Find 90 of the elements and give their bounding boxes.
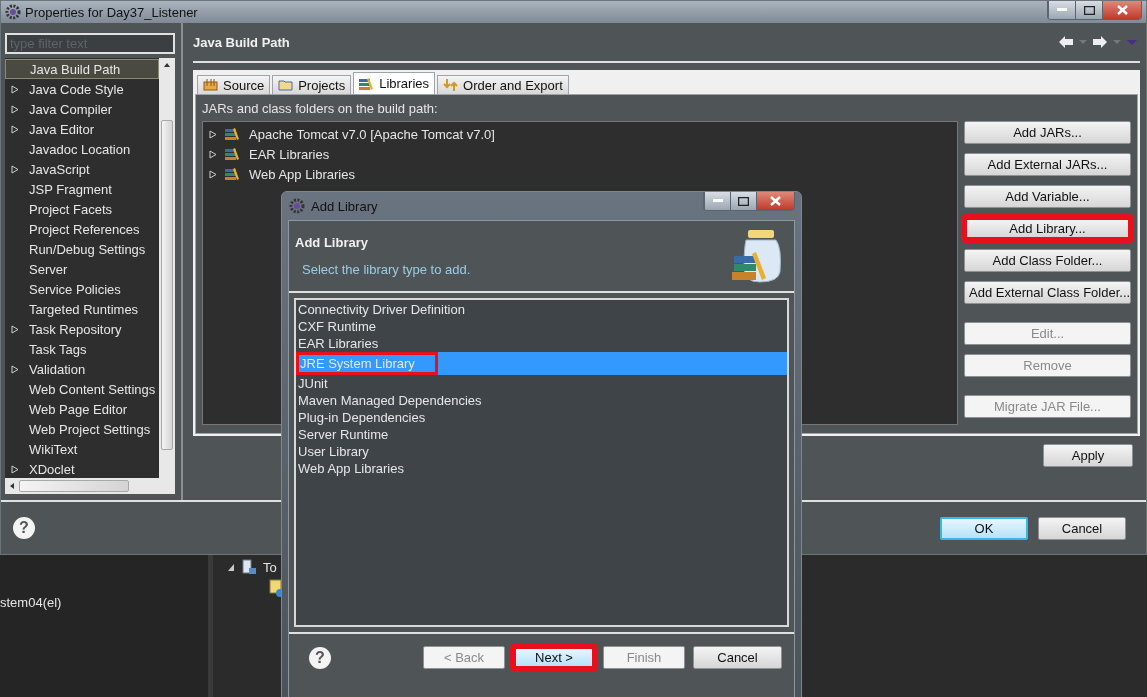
gear-icon — [289, 198, 305, 214]
wizard-button[interactable]: Next > — [513, 646, 595, 669]
action-button[interactable]: Add External JARs... — [964, 153, 1131, 176]
project-label: stem04(el) — [0, 595, 62, 610]
action-button[interactable]: Add Class Folder... — [964, 249, 1131, 272]
library-icon — [359, 76, 376, 91]
library-type-item[interactable]: User Library — [296, 443, 787, 460]
action-button[interactable]: Add External Class Folder... — [964, 281, 1131, 304]
library-type-item[interactable]: Plug-in Dependencies — [296, 409, 787, 426]
tab[interactable]: Libraries — [353, 72, 436, 94]
help-button[interactable]: ? — [13, 517, 35, 539]
build-path-entry[interactable]: EAR Libraries — [209, 144, 951, 164]
settings-tree-item[interactable]: Web Page Editor — [5, 399, 159, 419]
collapsed-arrow-icon[interactable] — [11, 164, 19, 174]
wizard-heading: Add Library — [295, 235, 369, 250]
close-icon — [770, 196, 781, 206]
settings-tree-item[interactable]: Web Content Settings — [5, 379, 159, 399]
library-type-item[interactable]: CXF Runtime — [296, 318, 787, 335]
expanded-arrow-icon[interactable] — [227, 562, 235, 572]
apply-button[interactable]: Apply — [1043, 444, 1133, 467]
maximize-icon — [738, 196, 749, 206]
scroll-left-icon — [9, 482, 15, 490]
settings-tree-item[interactable]: WikiText — [5, 439, 159, 459]
settings-tree-item[interactable]: Service Policies — [5, 279, 159, 299]
wizard-description: Select the library type to add. — [301, 262, 472, 277]
forward-arrow-icon[interactable] — [1090, 35, 1110, 49]
settings-tree-item[interactable]: JSP Fragment — [5, 179, 159, 199]
vertical-scrollbar[interactable] — [159, 58, 175, 478]
settings-tree-item[interactable]: Java Compiler — [5, 99, 159, 119]
library-type-item[interactable]: EAR Libraries — [296, 335, 787, 352]
settings-tree-item[interactable]: Java Build Path — [5, 59, 159, 79]
dialog-button[interactable]: OK — [940, 516, 1028, 540]
build-path-entry[interactable]: Apache Tomcat v7.0 [Apache Tomcat v7.0] — [209, 124, 951, 144]
library-icon — [225, 167, 241, 181]
tab[interactable]: Source — [197, 75, 271, 94]
build-path-entry[interactable]: Web App Libraries — [209, 164, 951, 184]
order-arrows-icon — [443, 78, 460, 92]
action-button[interactable]: Add Library... — [964, 217, 1131, 240]
library-type-item[interactable]: JUnit — [296, 375, 787, 392]
tab[interactable]: Order and Export — [437, 75, 569, 94]
library-icon — [225, 147, 241, 161]
maximize-button[interactable] — [730, 192, 756, 210]
build-path-caption: JARs and class folders on the build path: — [202, 101, 439, 116]
gear-icon — [5, 4, 21, 20]
tree-item-label[interactable]: To — [263, 559, 277, 575]
settings-tree-item[interactable]: Java Editor — [5, 119, 159, 139]
window-title: Properties for Day37_Listener — [25, 4, 199, 20]
tab[interactable]: Projects — [272, 75, 352, 94]
help-button[interactable]: ? — [309, 646, 331, 669]
wizard-button[interactable]: Cancel — [693, 646, 782, 669]
library-type-item[interactable]: Maven Managed Dependencies — [296, 392, 787, 409]
settings-tree-item[interactable]: Run/Debug Settings — [5, 239, 159, 259]
collapsed-arrow-icon[interactable] — [11, 464, 19, 474]
settings-tree-item[interactable]: Project Facets — [5, 199, 159, 219]
minimize-icon — [1057, 8, 1067, 12]
folder-icon — [278, 78, 295, 92]
close-button[interactable] — [1102, 1, 1141, 19]
dialog-button[interactable]: Cancel — [1038, 516, 1126, 540]
library-type-item[interactable]: Server Runtime — [296, 426, 787, 443]
settings-tree-item[interactable]: Web Project Settings — [5, 419, 159, 439]
horizontal-scrollbar[interactable] — [5, 478, 175, 494]
settings-tree-item[interactable]: Server — [5, 259, 159, 279]
maximize-icon — [1083, 5, 1095, 15]
package-icon — [203, 78, 219, 92]
maximize-button[interactable] — [1075, 1, 1102, 19]
minimize-button[interactable] — [704, 192, 730, 210]
settings-tree-item[interactable]: Task Tags — [5, 339, 159, 359]
close-button[interactable] — [756, 192, 794, 210]
settings-tree-item[interactable]: JavaScript — [5, 159, 159, 179]
collapsed-arrow-icon[interactable] — [11, 324, 19, 334]
close-icon — [1116, 5, 1128, 15]
settings-tree-item[interactable]: Java Code Style — [5, 79, 159, 99]
library-icon — [225, 127, 241, 141]
library-type-item[interactable]: Connectivity Driver Definition — [296, 301, 787, 318]
settings-tree-item[interactable]: Javadoc Location — [5, 139, 159, 159]
settings-tree-item[interactable]: Task Repository — [5, 319, 159, 339]
settings-tree-item[interactable]: Targeted Runtimes — [5, 299, 159, 319]
minimize-button[interactable] — [1048, 1, 1075, 19]
dialog-title: Add Library — [311, 198, 379, 214]
collapsed-arrow-icon[interactable] — [11, 364, 19, 374]
page-title: Java Build Path — [193, 34, 291, 50]
settings-tree-item[interactable]: XDoclet — [5, 459, 159, 478]
library-jar-icon — [730, 228, 782, 284]
server-icon — [241, 559, 257, 575]
action-button[interactable]: Add Variable... — [964, 185, 1131, 208]
minimize-icon — [712, 199, 723, 203]
library-type-item[interactable]: Web App Libraries — [296, 460, 787, 477]
settings-tree-item[interactable]: Project References — [5, 219, 159, 239]
action-button[interactable]: Add JARs... — [964, 121, 1131, 144]
settings-tree-item[interactable]: Validation — [5, 359, 159, 379]
